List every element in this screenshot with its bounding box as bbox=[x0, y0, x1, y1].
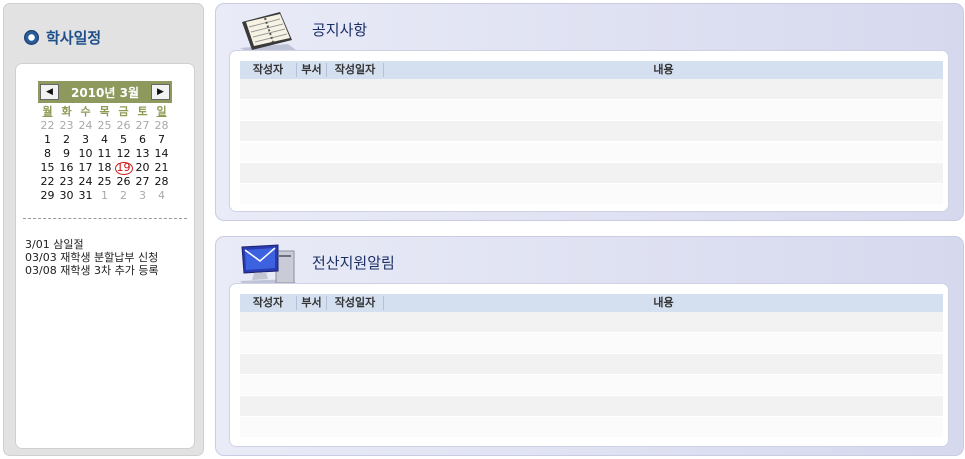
calendar-day[interactable]: 9 bbox=[57, 147, 76, 161]
calendar-day[interactable]: 31 bbox=[76, 189, 95, 203]
calendar-day[interactable]: 7 bbox=[152, 133, 171, 147]
calendar-header: ◀ 2010년 3월 ▶ bbox=[38, 81, 172, 103]
notice-table-box: 작성자 부서 작성일자 내용 bbox=[229, 50, 949, 212]
notice-panel: 공지사항 작성자 부서 작성일자 내용 bbox=[215, 3, 964, 221]
table-row bbox=[240, 312, 943, 333]
next-month-button[interactable]: ▶ bbox=[150, 84, 170, 100]
calendar-day[interactable]: 15 bbox=[38, 161, 57, 175]
calendar-box: ◀ 2010년 3월 ▶ 월 화 수 목 금 토 일 22 23 24 25 2… bbox=[15, 63, 195, 449]
calendar-day[interactable]: 26 bbox=[114, 175, 133, 189]
calendar-day[interactable]: 17 bbox=[76, 161, 95, 175]
weekday-mon: 월 bbox=[42, 105, 53, 118]
weekday-thu: 목 bbox=[99, 105, 110, 118]
table-row bbox=[240, 79, 943, 100]
col-date[interactable]: 작성일자 bbox=[327, 63, 384, 77]
table-row bbox=[240, 121, 943, 142]
calendar-day[interactable]: 2 bbox=[114, 189, 133, 203]
calendar-day[interactable]: 22 bbox=[38, 175, 57, 189]
it-notice-table-header: 작성자 부서 작성일자 내용 bbox=[240, 294, 943, 312]
academic-calendar-panel: 학사일정 ◀ 2010년 3월 ▶ 월 화 수 목 금 토 일 22 23 24… bbox=[3, 3, 204, 456]
prev-month-button[interactable]: ◀ bbox=[40, 84, 59, 100]
calendar-day[interactable]: 24 bbox=[76, 119, 95, 133]
col-department[interactable]: 부서 bbox=[297, 296, 327, 310]
calendar-day[interactable]: 30 bbox=[57, 189, 76, 203]
table-row bbox=[240, 184, 943, 205]
weekday-sun: 일 bbox=[156, 105, 167, 118]
table-row bbox=[240, 417, 943, 438]
calendar-day[interactable]: 1 bbox=[95, 189, 114, 203]
calendar-day[interactable]: 28 bbox=[152, 175, 171, 189]
it-notice-title: 전산지원알림 bbox=[312, 254, 395, 272]
it-notice-table-box: 작성자 부서 작성일자 내용 bbox=[229, 283, 949, 447]
calendar-day[interactable]: 10 bbox=[76, 147, 95, 161]
table-row bbox=[240, 163, 943, 184]
it-notice-panel: 전산지원알림 작성자 부서 작성일자 내용 bbox=[215, 236, 964, 456]
calendar-day[interactable]: 27 bbox=[133, 119, 152, 133]
event-item[interactable]: 03/08 재학생 3차 추가 등록 bbox=[25, 264, 159, 277]
calendar-day[interactable]: 4 bbox=[152, 189, 171, 203]
calendar-day[interactable]: 1 bbox=[38, 133, 57, 147]
calendar-day[interactable]: 14 bbox=[152, 147, 171, 161]
weekday-wed: 수 bbox=[80, 105, 91, 118]
calendar-day[interactable]: 18 bbox=[95, 161, 114, 175]
chevron-right-icon: ▶ bbox=[157, 87, 164, 97]
calendar-day[interactable]: 16 bbox=[57, 161, 76, 175]
event-item[interactable]: 3/01 삼일절 bbox=[25, 238, 159, 251]
calendar-day[interactable]: 26 bbox=[114, 119, 133, 133]
calendar-day[interactable]: 23 bbox=[57, 175, 76, 189]
calendar-day[interactable]: 3 bbox=[76, 133, 95, 147]
calendar-day[interactable]: 6 bbox=[133, 133, 152, 147]
notice-table-body bbox=[240, 79, 943, 205]
calendar-month-label: 2010년 3월 bbox=[70, 85, 139, 100]
table-row bbox=[240, 333, 943, 354]
calendar-day[interactable]: 8 bbox=[38, 147, 57, 161]
calendar-day[interactable]: 23 bbox=[57, 119, 76, 133]
col-content[interactable]: 내용 bbox=[384, 63, 943, 77]
col-department[interactable]: 부서 bbox=[297, 63, 327, 77]
table-row bbox=[240, 396, 943, 417]
bullet-icon bbox=[24, 29, 39, 45]
col-author[interactable]: 작성자 bbox=[240, 63, 297, 77]
computer-icon bbox=[240, 244, 298, 287]
calendar-day[interactable]: 24 bbox=[76, 175, 95, 189]
weekday-sat: 토 bbox=[137, 105, 148, 118]
calendar-divider bbox=[23, 218, 187, 219]
weekday-fri: 금 bbox=[118, 105, 129, 118]
calendar-day[interactable]: 2 bbox=[57, 133, 76, 147]
academic-calendar-header: 학사일정 bbox=[24, 26, 101, 48]
calendar-grid: 월 화 수 목 금 토 일 22 23 24 25 26 27 28 1 2 3… bbox=[38, 105, 172, 203]
col-content[interactable]: 내용 bbox=[384, 296, 943, 310]
table-row bbox=[240, 375, 943, 396]
event-item[interactable]: 03/03 재학생 분할납부 신청 bbox=[25, 251, 159, 264]
calendar-day[interactable]: 22 bbox=[38, 119, 57, 133]
calendar-day[interactable]: 27 bbox=[133, 175, 152, 189]
calendar-day[interactable]: 11 bbox=[95, 147, 114, 161]
weekday-tue: 화 bbox=[61, 105, 72, 118]
col-date[interactable]: 작성일자 bbox=[327, 296, 384, 310]
event-list: 3/01 삼일절 03/03 재학생 분할납부 신청 03/08 재학생 3차 … bbox=[25, 238, 159, 277]
it-notice-table-body bbox=[240, 312, 943, 438]
calendar-day[interactable]: 5 bbox=[114, 133, 133, 147]
calendar-day-today[interactable]: 19 bbox=[114, 161, 133, 175]
calendar-day[interactable]: 25 bbox=[95, 175, 114, 189]
chevron-left-icon: ◀ bbox=[46, 87, 53, 97]
table-row bbox=[240, 354, 943, 375]
col-author[interactable]: 작성자 bbox=[240, 296, 297, 310]
calendar-day[interactable]: 21 bbox=[152, 161, 171, 175]
notice-table-header: 작성자 부서 작성일자 내용 bbox=[240, 61, 943, 79]
notebook-icon bbox=[240, 12, 296, 52]
calendar-day[interactable]: 4 bbox=[95, 133, 114, 147]
calendar-day[interactable]: 12 bbox=[114, 147, 133, 161]
calendar-day[interactable]: 20 bbox=[133, 161, 152, 175]
notice-title: 공지사항 bbox=[312, 21, 368, 39]
calendar-day[interactable]: 25 bbox=[95, 119, 114, 133]
calendar-day[interactable]: 13 bbox=[133, 147, 152, 161]
academic-calendar-title: 학사일정 bbox=[46, 28, 102, 47]
calendar-day[interactable]: 28 bbox=[152, 119, 171, 133]
table-row bbox=[240, 142, 943, 163]
table-row bbox=[240, 100, 943, 121]
calendar-day[interactable]: 3 bbox=[133, 189, 152, 203]
calendar-day[interactable]: 29 bbox=[38, 189, 57, 203]
